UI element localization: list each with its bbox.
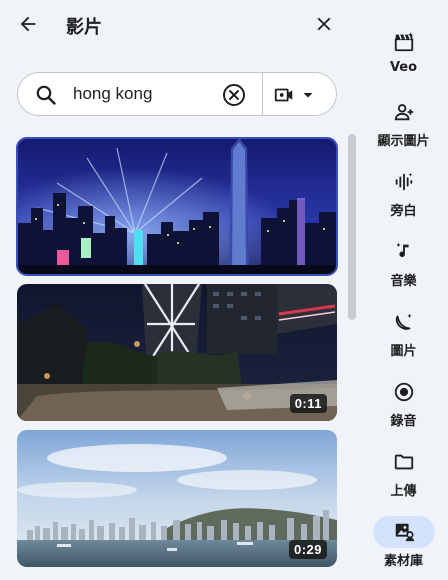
panel-header: 影片 [0,0,359,50]
search-bar [17,72,337,116]
clear-circle-icon [223,84,245,106]
rail-item-label: 旁白 [390,204,417,219]
voice-wave-icon [395,172,412,191]
rail-item-veo[interactable]: Veo [359,26,448,84]
close-button[interactable] [310,10,338,38]
rail-item-narration[interactable]: 旁白 [359,166,448,224]
rail-item-label: 音樂 [390,274,417,289]
banana-sparkle-icon [395,313,412,330]
rail-item-label: 錄音 [390,414,417,429]
results-scrollbar[interactable] [348,134,356,320]
rail-item-music[interactable]: 音樂 [359,236,448,294]
rail-item-upload[interactable]: 上傳 [359,446,448,504]
clapperboard-icon [394,32,413,52]
close-icon [317,17,331,31]
video-duration: 0:11 [289,394,327,413]
arrow-left-icon [20,16,36,32]
video-result-thumbnail[interactable]: 0:11 [17,284,337,421]
rail-item-label: 顯示圖片 [377,134,430,149]
clear-search-button[interactable] [221,82,247,108]
rail-item-show-image[interactable]: 顯示圖片 [359,96,448,154]
search-icon [36,85,56,105]
tool-rail: Veo 顯示圖片 旁白 音樂 圖片 錄音 上傳 素材庫 [359,0,448,580]
rail-item-image[interactable]: 圖片 [359,306,448,364]
media-type-dropdown[interactable] [273,82,333,108]
rail-item-label: 上傳 [390,484,417,499]
search-input[interactable] [73,81,223,107]
record-icon [394,382,413,402]
back-button[interactable] [14,10,42,38]
rail-item-label: 素材庫 [383,554,423,569]
video-camera-icon [274,88,293,102]
person-add-icon [394,104,413,121]
caret-down-icon [303,93,313,98]
rail-item-label: Veo [389,60,418,75]
media-library-icon [395,523,414,542]
search-divider [262,73,263,115]
video-result-thumbnail[interactable]: 0:29 [17,430,337,567]
stock-video-panel: 影片 hong kong 0:11 0:29 [0,0,359,580]
rail-item-label: 圖片 [390,344,417,359]
video-result-thumbnail[interactable] [16,137,338,276]
music-note-icon [395,242,409,258]
rail-item-record[interactable]: 錄音 [359,376,448,434]
rail-item-media-library[interactable]: 素材庫 [359,516,448,574]
video-duration: 0:29 [288,540,327,559]
folder-icon [394,454,413,470]
page-title: 影片 [66,17,102,38]
